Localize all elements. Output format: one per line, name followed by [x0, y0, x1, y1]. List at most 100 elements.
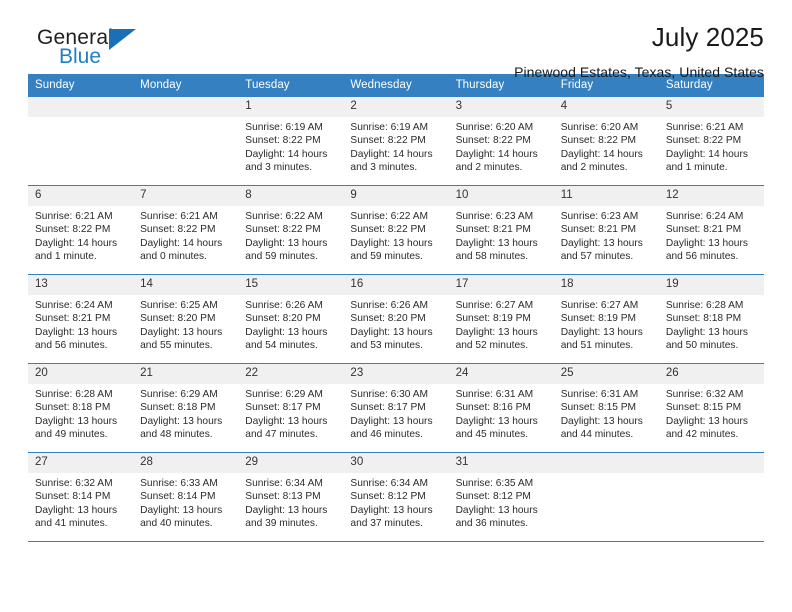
day-info-line: Daylight: 14 hours: [560, 148, 643, 160]
calendar-day-cell[interactable]: 21 Sunrise: 6:29 AM Sunset: 8:18 PM Dayligh…: [133, 363, 239, 453]
calendar-day-cell[interactable]: 12 Sunrise: 6:24 AM Sunset: 8:21 PM Dayligh…: [658, 185, 764, 275]
day-number: 25: [553, 364, 659, 384]
day-sun-info: Sunrise: 6:20 AM Sunset: 8:22 PM Daylight:…: [449, 117, 554, 175]
day-sun-info: Sunrise: 6:33 AM Sunset: 8:14 PM Daylight:…: [133, 473, 238, 531]
day-info-line: Daylight: 13 hours: [560, 415, 643, 427]
weekday-header-monday: Monday: [133, 74, 239, 97]
calendar-day-cell[interactable]: 24 Sunrise: 6:31 AM Sunset: 8:16 PM Dayligh…: [448, 363, 554, 453]
day-info-line: Sunset: 8:13 PM: [245, 491, 321, 503]
day-info-line: Sunset: 8:22 PM: [455, 135, 531, 147]
day-info-line: and 55 minutes.: [140, 340, 213, 352]
day-info-line: and 46 minutes.: [350, 429, 423, 441]
day-info-line: Sunrise: 6:31 AM: [455, 389, 534, 400]
day-info-line: Sunrise: 6:19 AM: [350, 122, 429, 133]
calendar-day-cell-empty: [28, 96, 134, 186]
day-info-line: Sunrise: 6:26 AM: [245, 300, 323, 311]
day-info-line: and 52 minutes.: [455, 340, 529, 352]
day-info-line: Daylight: 13 hours: [665, 237, 748, 249]
calendar-day-cell[interactable]: 14 Sunrise: 6:25 AM Sunset: 8:20 PM Dayligh…: [133, 274, 239, 364]
sunrise-sunset-calendar: Sunday Monday Tuesday Wednesday Thursday Frid…: [28, 74, 764, 542]
calendar-day-cell[interactable]: 20 Sunrise: 6:28 AM Sunset: 8:18 PM Dayligh…: [28, 363, 134, 453]
calendar-day-cell[interactable]: 31 Sunrise: 6:35 AM Sunset: 8:12 PM Dayligh…: [448, 452, 554, 542]
day-number: 30: [343, 453, 449, 473]
calendar-day-cell[interactable]: 18 Sunrise: 6:27 AM Sunset: 8:19 PM Dayligh…: [553, 274, 659, 364]
day-info-line: Sunrise: 6:32 AM: [665, 389, 744, 400]
day-number: 20: [28, 364, 134, 384]
day-sun-info: Sunrise: 6:32 AM Sunset: 8:14 PM Daylight:…: [28, 473, 133, 531]
day-info-line: Daylight: 13 hours: [140, 326, 223, 338]
calendar-day-cell[interactable]: 19 Sunrise: 6:28 AM Sunset: 8:18 PM Dayligh…: [658, 274, 764, 364]
day-number: 26: [658, 364, 764, 384]
calendar-day-cell[interactable]: 30 Sunrise: 6:34 AM Sunset: 8:12 PM Dayligh…: [343, 452, 449, 542]
day-sun-info: Sunrise: 6:21 AM Sunset: 8:22 PM Daylight:…: [28, 206, 133, 264]
day-info-line: Daylight: 13 hours: [455, 326, 538, 338]
day-info-line: Sunrise: 6:21 AM: [35, 211, 113, 222]
day-number: 14: [133, 275, 239, 295]
calendar-day-cell[interactable]: 29 Sunrise: 6:34 AM Sunset: 8:13 PM Dayligh…: [238, 452, 344, 542]
day-info-line: Sunrise: 6:19 AM: [245, 122, 323, 133]
calendar-day-cell[interactable]: 23 Sunrise: 6:30 AM Sunset: 8:17 PM Dayligh…: [343, 363, 449, 453]
calendar-day-cell[interactable]: 16 Sunrise: 6:26 AM Sunset: 8:20 PM Dayligh…: [343, 274, 449, 364]
day-number: 10: [448, 186, 554, 206]
calendar-week-row: 13 Sunrise: 6:24 AM Sunset: 8:21 PM Dayligh…: [28, 274, 764, 364]
calendar-day-cell[interactable]: 17 Sunrise: 6:27 AM Sunset: 8:19 PM Dayligh…: [448, 274, 554, 364]
calendar-day-cell[interactable]: 15 Sunrise: 6:26 AM Sunset: 8:20 PM Dayligh…: [238, 274, 344, 364]
day-info-line: Sunset: 8:17 PM: [245, 402, 321, 414]
day-info-line: Daylight: 14 hours: [35, 237, 118, 249]
day-info-line: Sunset: 8:12 PM: [350, 491, 426, 503]
day-info-line: Sunrise: 6:27 AM: [560, 300, 639, 311]
day-sun-info: Sunrise: 6:24 AM Sunset: 8:21 PM Daylight:…: [28, 295, 133, 353]
day-info-line: Sunset: 8:20 PM: [140, 313, 216, 325]
calendar-day-cell[interactable]: 26 Sunrise: 6:32 AM Sunset: 8:15 PM Dayligh…: [658, 363, 764, 453]
calendar-day-cell[interactable]: 27 Sunrise: 6:32 AM Sunset: 8:14 PM Dayligh…: [28, 452, 134, 542]
day-info-line: Sunset: 8:15 PM: [665, 402, 742, 414]
day-info-line: Sunrise: 6:29 AM: [245, 389, 323, 400]
calendar-day-cell[interactable]: 11 Sunrise: 6:23 AM Sunset: 8:21 PM Dayligh…: [553, 185, 659, 275]
calendar-day-cell[interactable]: 5 Sunrise: 6:21 AM Sunset: 8:22 PM Daylight…: [658, 96, 764, 186]
day-info-line: Sunrise: 6:22 AM: [350, 211, 429, 222]
day-info-line: and 51 minutes.: [560, 340, 634, 352]
day-number: 29: [238, 453, 344, 473]
day-info-line: Sunset: 8:19 PM: [455, 313, 531, 325]
day-info-line: Sunrise: 6:26 AM: [350, 300, 429, 311]
calendar-day-cell[interactable]: 2 Sunrise: 6:19 AM Sunset: 8:22 PM Daylight…: [343, 96, 449, 186]
day-info-line: and 1 minute.: [665, 162, 728, 174]
calendar-day-cell[interactable]: 28 Sunrise: 6:33 AM Sunset: 8:14 PM Dayligh…: [133, 452, 239, 542]
day-info-line: Sunset: 8:22 PM: [560, 135, 637, 147]
calendar-day-cell[interactable]: 13 Sunrise: 6:24 AM Sunset: 8:21 PM Dayligh…: [28, 274, 134, 364]
day-info-line: Sunrise: 6:34 AM: [350, 478, 429, 489]
day-sun-info: Sunrise: 6:19 AM Sunset: 8:22 PM Daylight:…: [343, 117, 448, 175]
calendar-day-cell[interactable]: 8 Sunrise: 6:22 AM Sunset: 8:22 PM Daylight…: [238, 185, 344, 275]
calendar-day-cell[interactable]: 22 Sunrise: 6:29 AM Sunset: 8:17 PM Dayligh…: [238, 363, 344, 453]
calendar-day-cell[interactable]: 7 Sunrise: 6:21 AM Sunset: 8:22 PM Daylight…: [133, 185, 239, 275]
calendar-day-cell[interactable]: 1 Sunrise: 6:19 AM Sunset: 8:22 PM Daylight…: [238, 96, 344, 186]
calendar-day-cell[interactable]: 25 Sunrise: 6:31 AM Sunset: 8:15 PM Dayligh…: [553, 363, 659, 453]
day-sun-info: Sunrise: 6:20 AM Sunset: 8:22 PM Daylight:…: [554, 117, 659, 175]
calendar-week-row: 20 Sunrise: 6:28 AM Sunset: 8:18 PM Dayligh…: [28, 363, 764, 453]
day-number: 6: [28, 186, 134, 206]
day-info-line: Sunset: 8:19 PM: [560, 313, 637, 325]
day-info-line: Sunrise: 6:29 AM: [140, 389, 218, 400]
day-sun-info: Sunrise: 6:21 AM Sunset: 8:22 PM Daylight:…: [659, 117, 764, 175]
day-number: 5: [658, 97, 764, 117]
day-info-line: and 53 minutes.: [350, 340, 423, 352]
day-number: 27: [28, 453, 134, 473]
day-info-line: and 49 minutes.: [35, 429, 108, 441]
day-info-line: Sunrise: 6:23 AM: [455, 211, 534, 222]
day-info-line: Sunrise: 6:31 AM: [560, 389, 639, 400]
calendar-day-cell[interactable]: 9 Sunrise: 6:22 AM Sunset: 8:22 PM Daylight…: [343, 185, 449, 275]
day-info-line: Sunset: 8:21 PM: [35, 313, 111, 325]
calendar-day-cell[interactable]: 6 Sunrise: 6:21 AM Sunset: 8:22 PM Daylight…: [28, 185, 134, 275]
page-subtitle: Pinewood Estates, Texas, United States: [514, 64, 764, 80]
brand-logo[interactable]: General Blue: [37, 26, 167, 74]
day-info-line: and 2 minutes.: [560, 162, 628, 174]
calendar-day-cell[interactable]: 3 Sunrise: 6:20 AM Sunset: 8:22 PM Daylight…: [448, 96, 554, 186]
day-info-line: Daylight: 14 hours: [350, 148, 433, 160]
weekday-header-tuesday: Tuesday: [238, 74, 344, 97]
calendar-day-cell[interactable]: 4 Sunrise: 6:20 AM Sunset: 8:22 PM Daylight…: [553, 96, 659, 186]
calendar-day-cell[interactable]: 10 Sunrise: 6:23 AM Sunset: 8:21 PM Dayligh…: [448, 185, 554, 275]
day-info-line: Sunrise: 6:21 AM: [140, 211, 218, 222]
day-number: 28: [133, 453, 239, 473]
day-sun-info: Sunrise: 6:22 AM Sunset: 8:22 PM Daylight:…: [343, 206, 448, 264]
day-info-line: Daylight: 13 hours: [35, 504, 118, 516]
